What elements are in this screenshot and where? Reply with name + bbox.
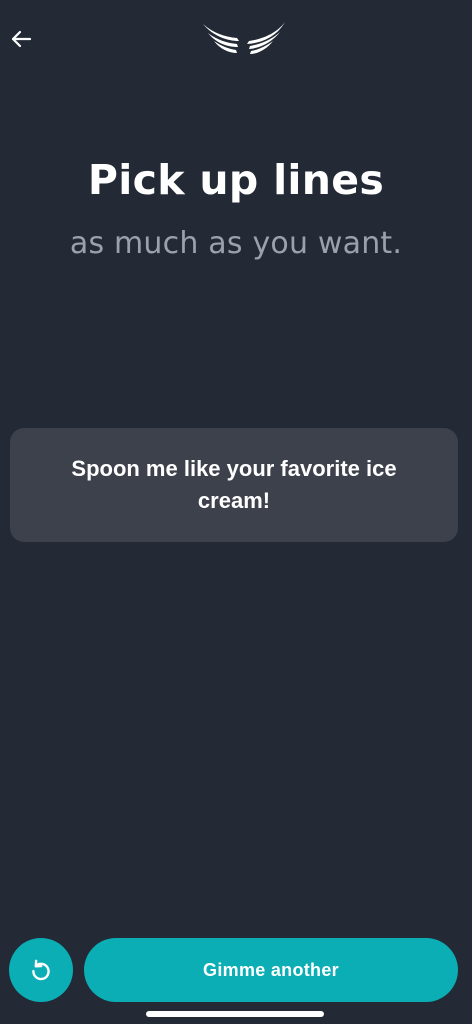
pickup-line-card: Spoon me like your favorite ice cream!: [10, 428, 458, 542]
arrow-left-icon: [11, 30, 32, 48]
refresh-button[interactable]: [9, 938, 73, 1002]
gimme-another-button[interactable]: Gimme another: [84, 938, 458, 1002]
page-title: Pick up lines: [87, 156, 385, 204]
refresh-icon: [32, 959, 50, 981]
wings-logo-icon: [203, 22, 285, 54]
pickup-line-text: Spoon me like your favorite ice cream!: [71, 456, 397, 513]
page-subtitle: as much as you want.: [69, 226, 403, 261]
home-indicator: [146, 1011, 324, 1017]
back-button[interactable]: [6, 24, 36, 54]
